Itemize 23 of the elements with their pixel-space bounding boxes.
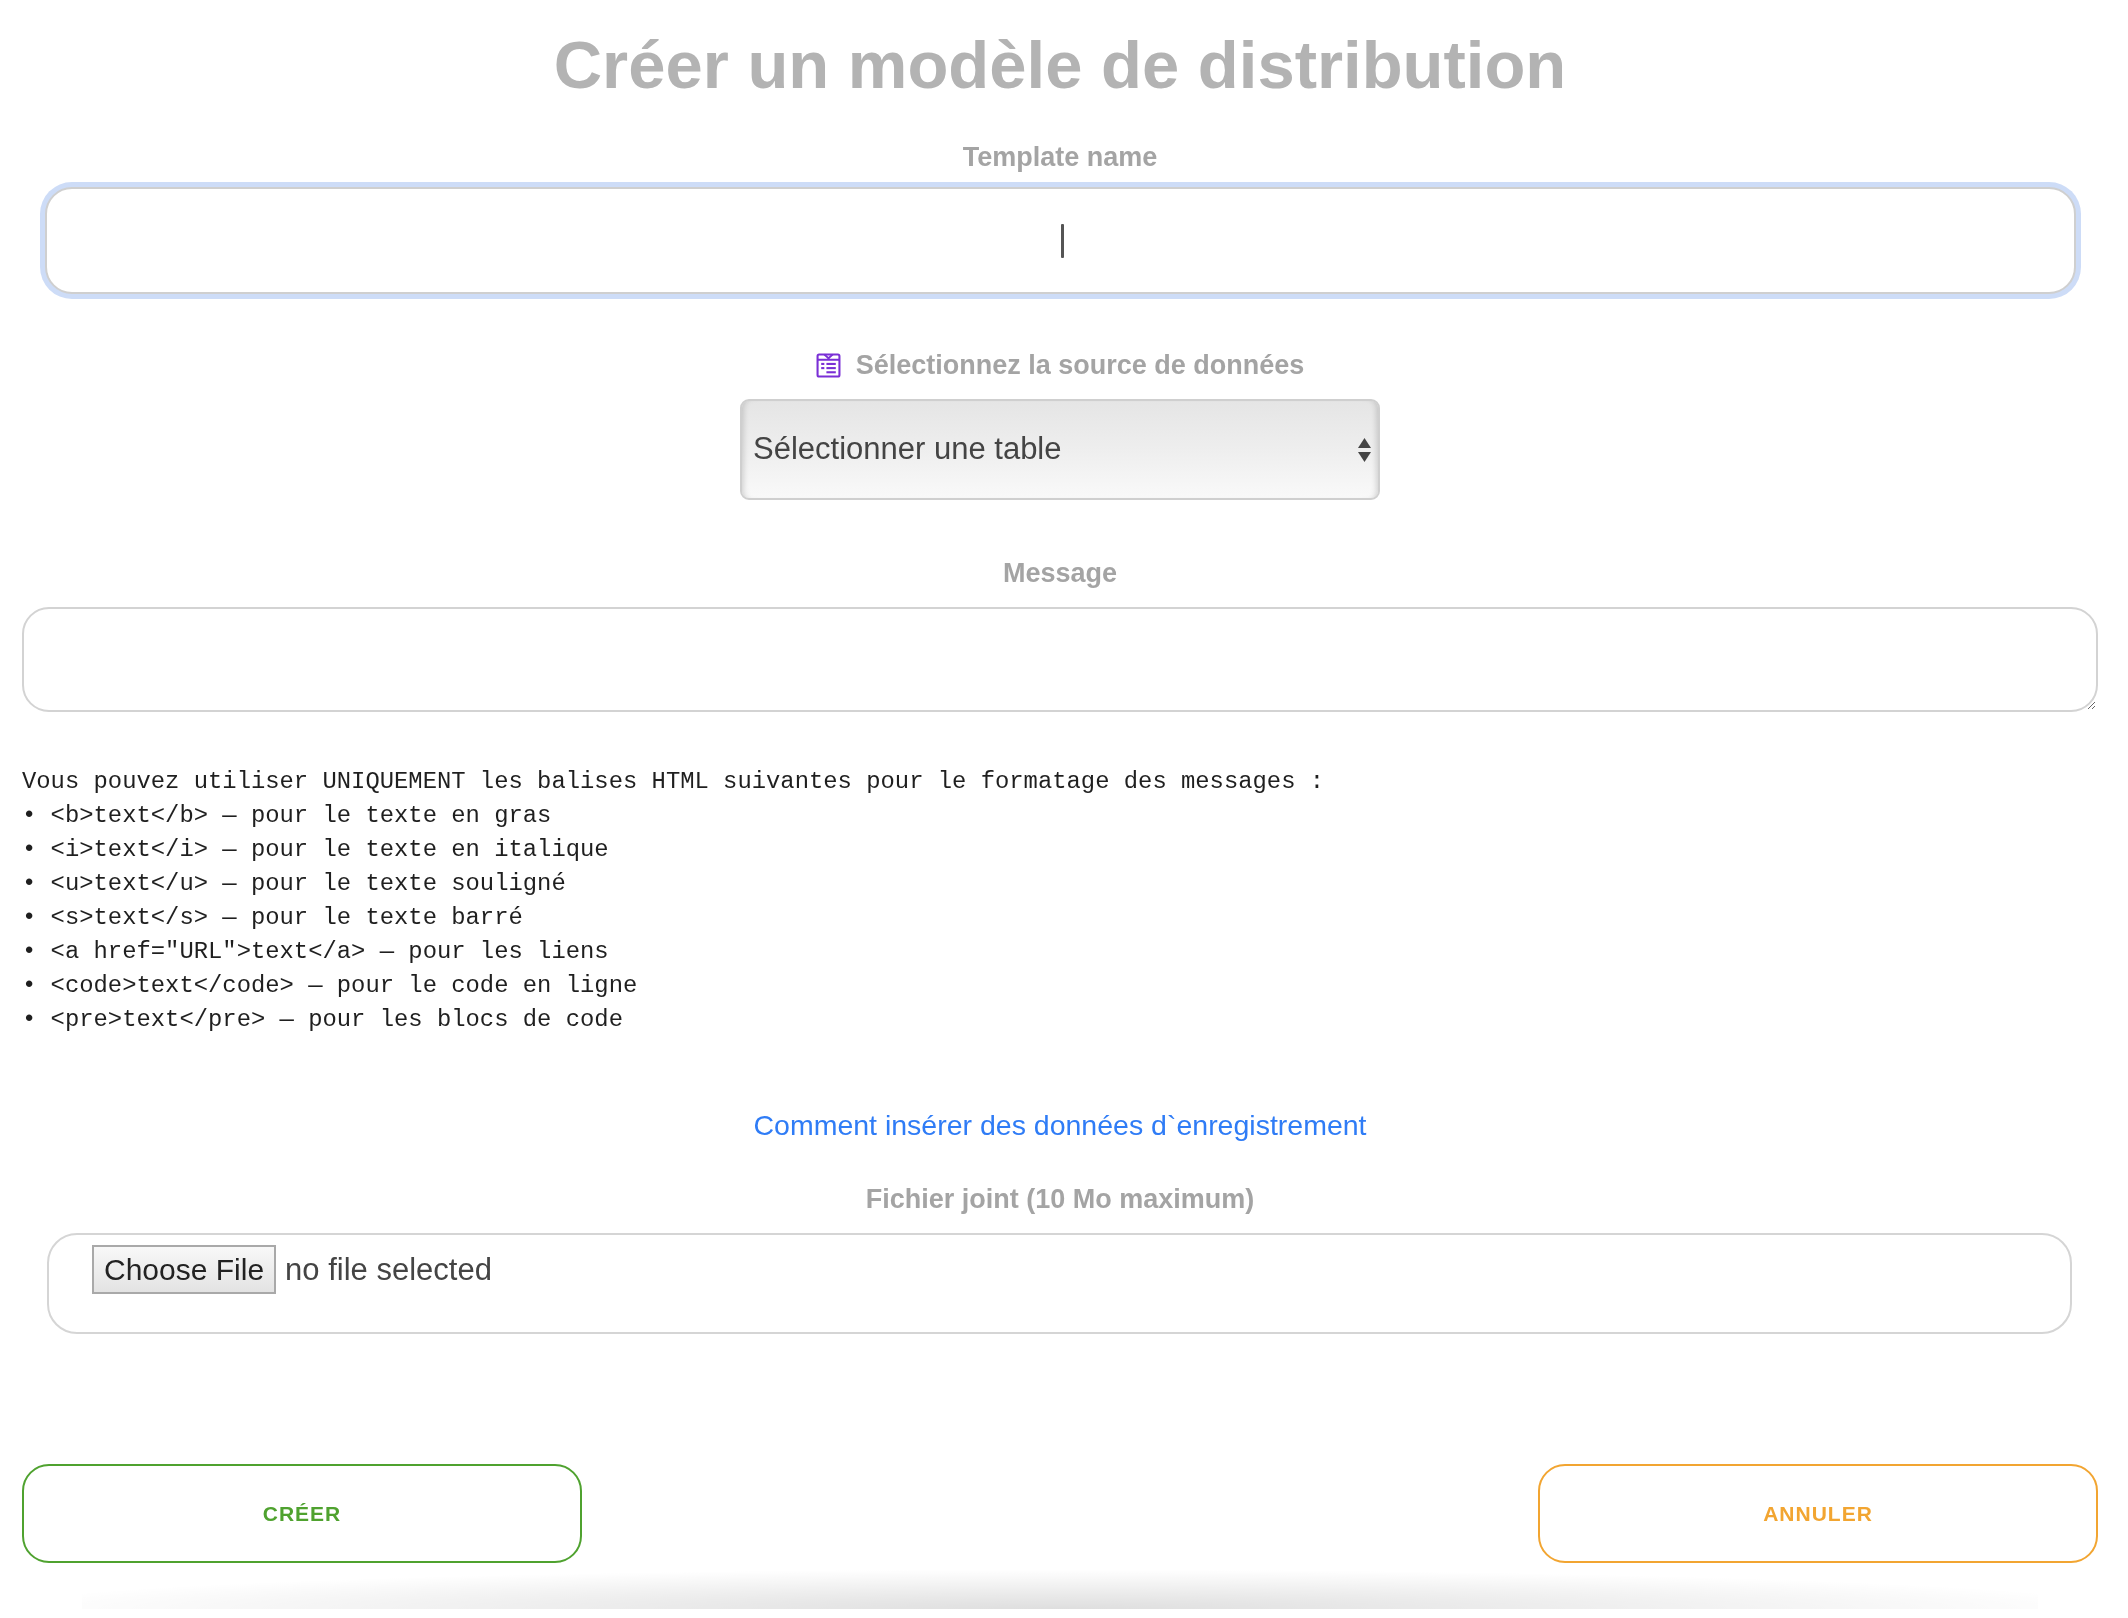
up-down-caret-icon [1358,437,1371,462]
allowed-tag-item: • <u>text</u> — pour le texte souligné [22,869,566,899]
allowed-tag-item: • <code>text</code> — pour le code en ligne [22,971,638,1001]
formatting-intro-text: Vous pouvez utiliser UNIQUEMENT les balises HTML suivantes pour le formatage des messages : [22,767,1325,797]
message-field[interactable] [22,607,2098,712]
help-link[interactable]: Comment insérer des données d`enregistrement [753,1109,1367,1142]
file-status-text: no file selected [285,1251,492,1289]
template-name-label: Template name [962,142,1158,172]
table-list-icon [815,352,841,378]
template-name-field[interactable] [45,187,2076,294]
allowed-tag-item: • <b>text</b> — pour le texte en gras [22,801,552,831]
allowed-tag-item: • <a href="URL">text</a> — pour les liens [22,937,609,967]
allowed-tag-item: • <pre>text</pre> — pour les blocs de code [22,1005,623,1035]
message-label: Message [1002,558,1118,588]
table-select[interactable]: Sélectionner une table [740,399,1380,500]
attachment-field[interactable]: Choose File no file selected [47,1233,2072,1334]
data-source-label: Sélectionnez la source de données [855,350,1305,380]
page-title: Créer un modèle de distribution [553,26,1567,104]
allowed-tag-item: • <s>text</s> — pour le texte barré [22,903,523,933]
allowed-tag-item: • <i>text</i> — pour le texte en italique [22,835,609,865]
attachment-label: Fichier joint (10 Mo maximum) [865,1184,1255,1214]
text-cursor [1060,224,1064,258]
choose-file-button[interactable]: Choose File [92,1245,277,1294]
